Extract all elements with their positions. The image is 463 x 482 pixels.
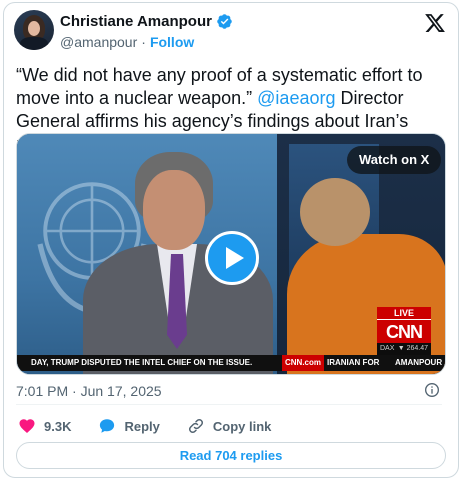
- mention-link[interactable]: @iaeaorg: [257, 88, 335, 108]
- copy-link-button[interactable]: Copy link: [187, 417, 272, 435]
- cnn-logo: CNN: [377, 319, 431, 343]
- reply-bubble-icon: [100, 419, 115, 433]
- dax-value: ▼ 264.47: [397, 345, 428, 352]
- heart-icon: [19, 419, 35, 434]
- author-handle[interactable]: @amanpour: [60, 34, 137, 50]
- avatar[interactable]: [14, 10, 54, 50]
- cnn-live-bug: LIVE CNN DAX ▼ 264.47: [377, 307, 431, 355]
- play-button[interactable]: [205, 231, 259, 285]
- author-name[interactable]: Christiane Amanpour: [60, 13, 212, 30]
- news-ticker: DAY, TRUMP DISPUTED THE INTEL CHIEF ON T…: [17, 355, 445, 371]
- tweet-date: Jun 17, 2025: [80, 383, 162, 399]
- link-icon: [188, 418, 203, 434]
- timestamp-separator: ·: [72, 383, 77, 399]
- tweet-timestamp[interactable]: 7:01 PM · Jun 17, 2025: [16, 383, 162, 399]
- divider: [16, 404, 442, 405]
- ticker-text-2: IRANIAN FOR: [327, 358, 380, 367]
- play-icon: [226, 247, 244, 269]
- handle-row: @amanpour · Follow: [60, 34, 194, 50]
- author-name-row: Christiane Amanpour: [60, 13, 233, 30]
- watch-on-x-button[interactable]: Watch on X: [347, 146, 442, 174]
- ticker-text: DAY, TRUMP DISPUTED THE INTEL CHIEF ON T…: [31, 358, 253, 367]
- separator-dot: ·: [141, 34, 146, 50]
- video-player[interactable]: Watch on X LIVE CNN DAX ▼ 264.47 DAY, TR…: [16, 133, 446, 375]
- follow-button[interactable]: Follow: [150, 34, 194, 50]
- dax-label: DAX: [380, 345, 395, 352]
- dax-ticker: DAX ▼ 264.47: [377, 343, 431, 355]
- read-replies-button[interactable]: Read 704 replies: [16, 442, 446, 469]
- copy-link-label: Copy link: [212, 418, 272, 434]
- like-button[interactable]: 9.3K: [18, 417, 71, 435]
- tweet-time: 7:01 PM: [16, 383, 69, 399]
- info-icon[interactable]: [424, 382, 440, 398]
- x-logo-icon[interactable]: [424, 12, 446, 34]
- reply-button[interactable]: Reply: [98, 417, 160, 435]
- action-bar: 9.3K Reply Copy link: [18, 416, 298, 436]
- reply-label: Reply: [124, 418, 160, 434]
- ticker-site: CNN.com: [282, 355, 325, 371]
- like-count: 9.3K: [44, 418, 72, 434]
- ticker-show: AMANPOUR: [395, 358, 443, 367]
- verified-badge-icon: [217, 14, 232, 29]
- live-label: LIVE: [377, 307, 431, 319]
